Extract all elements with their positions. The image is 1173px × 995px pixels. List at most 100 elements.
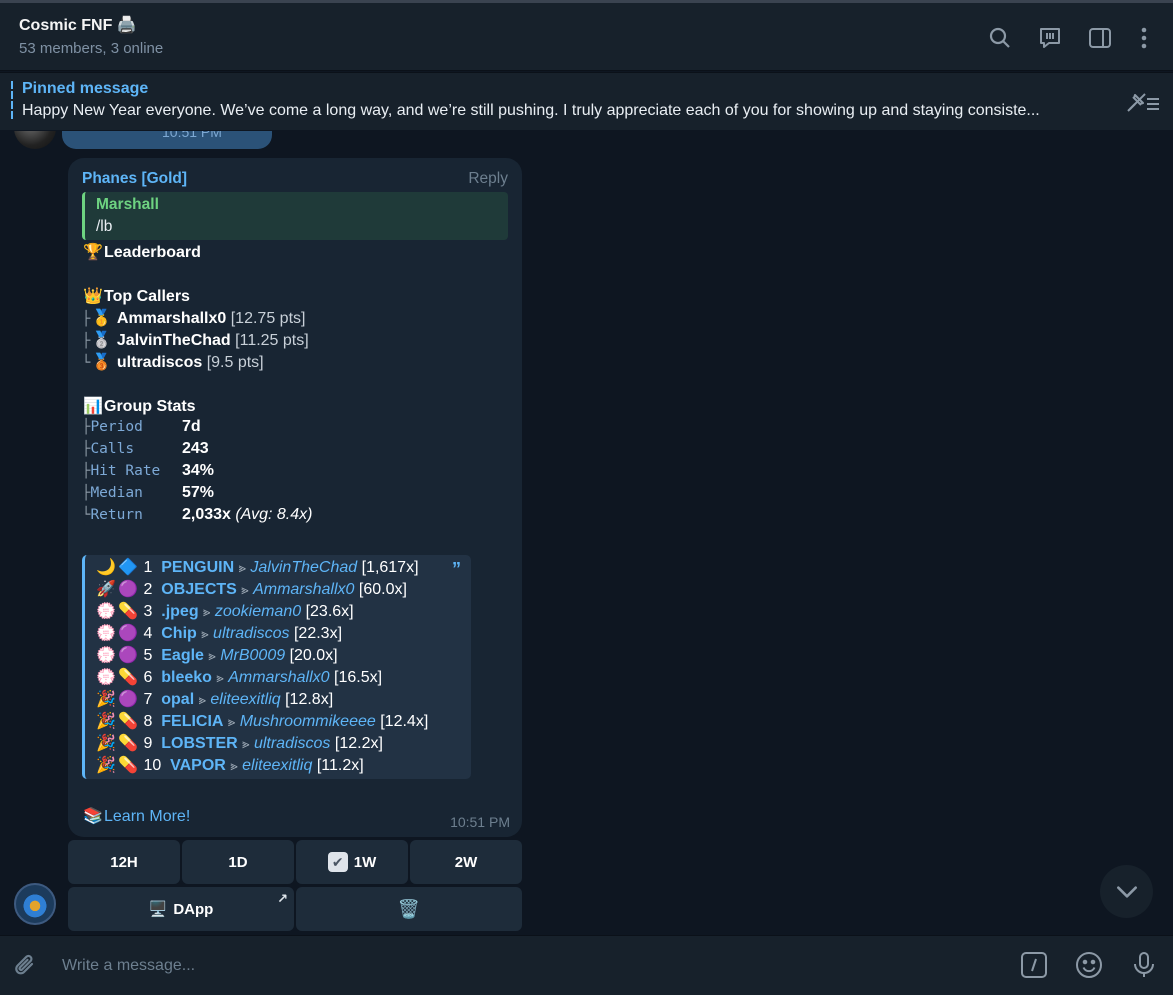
pill-icon: 💊 <box>118 735 138 752</box>
reply-button[interactable]: Reply <box>468 170 508 188</box>
search-icon[interactable] <box>987 25 1013 51</box>
pinned-message-bar[interactable]: Pinned message Happy New Year everyone. … <box>0 72 1173 130</box>
call-rank: 5 <box>143 647 153 664</box>
period-1w-button[interactable]: ✔ 1W <box>296 840 408 884</box>
message-time: 10:51 PM <box>450 814 510 830</box>
chat-history[interactable]: 10:51 PM Phanes [Gold] Reply Marshall /l… <box>0 131 1173 935</box>
arrow-icon: ⪢ <box>230 758 238 773</box>
command-icon[interactable] <box>1019 950 1049 980</box>
pinned-text[interactable]: Happy New Year everyone. We’ve come a lo… <box>22 102 1102 120</box>
check-icon: ✔ <box>327 852 348 872</box>
call-row: 🌙 🔷 1 PENGUIN ⪢ JalvinTheChad [1,617x] <box>95 557 419 577</box>
flower-icon: 💮 <box>96 603 116 620</box>
period-12h-button[interactable]: 12H <box>68 840 180 884</box>
ticker-link[interactable]: PENGUIN <box>161 559 234 576</box>
dapp-label: DApp <box>173 900 214 918</box>
chat-member-count: 53 members, 3 online <box>19 40 164 57</box>
caller-link[interactable]: Mushroommikeeee <box>240 713 376 730</box>
chat-title[interactable]: Cosmic FNF 🖨️ <box>19 15 137 35</box>
arrow-icon: ⪢ <box>227 714 236 729</box>
call-rank: 7 <box>143 691 153 708</box>
ticker-link[interactable]: .jpeg <box>161 603 198 620</box>
stat-row: ├Period 7d <box>82 418 502 436</box>
arrow-icon: ⪢ <box>242 736 250 751</box>
call-rank: 4 <box>143 625 153 642</box>
stat-row: ├Median 57% <box>82 484 502 502</box>
chat-header[interactable]: Cosmic FNF 🖨️ 53 members, 3 online <box>0 3 1173 71</box>
ticker-link[interactable]: opal <box>161 691 194 708</box>
learn-more-link[interactable]: 📚Learn More! <box>82 806 190 826</box>
call-row: 💮 💊 3 .jpeg ⪢ zookieman0 [23.6x] <box>95 601 354 621</box>
caller-link[interactable]: MrB0009 <box>220 647 285 664</box>
arrow-icon: ⪢ <box>238 560 246 575</box>
external-link-icon: ↗ <box>277 891 288 906</box>
pill-icon: 💊 <box>118 669 138 686</box>
tree-branch: ├ <box>82 333 91 349</box>
stat-row: ├Hit Rate 34% <box>82 462 502 480</box>
sidebar-toggle-icon[interactable] <box>1087 25 1113 51</box>
caller-row: ├🥈 JalvinTheChad [11.25 pts] <box>82 330 309 350</box>
caller-link[interactable]: zookieman0 <box>215 603 301 620</box>
crown-icon: 👑 <box>83 288 103 305</box>
party-popper-icon: 🎉 <box>96 735 116 752</box>
call-row: 💮 💊 6 bleeko ⪢ Ammarshallx0 [16.5x] <box>95 667 382 687</box>
stat-label: Median <box>90 485 143 501</box>
caller-link[interactable]: eliteexitliq <box>242 757 312 774</box>
quote-mark-icon: ” <box>452 559 461 579</box>
books-icon: 📚 <box>83 808 103 825</box>
caller-link[interactable]: JalvinTheChad <box>250 559 357 576</box>
stat-label: Period <box>90 419 143 435</box>
ticker-link[interactable]: OBJECTS <box>161 581 237 598</box>
topics-icon[interactable] <box>1037 25 1063 51</box>
message-input[interactable] <box>62 954 962 978</box>
call-row: 🎉 💊 8 FELICIA ⪢ Mushroommikeeee [12.4x] <box>95 711 428 731</box>
caller-row: └🥉 ultradiscos [9.5 pts] <box>82 352 264 372</box>
ticker-link[interactable]: LOBSTER <box>161 735 237 752</box>
period-2w-button[interactable]: 2W <box>410 840 522 884</box>
scroll-down-button[interactable] <box>1100 865 1153 918</box>
caller-link[interactable]: ultradiscos <box>254 735 330 752</box>
emoji-icon[interactable] <box>1074 950 1104 980</box>
ticker-link[interactable]: Chip <box>161 625 197 642</box>
pill-icon: 💊 <box>118 713 138 730</box>
flower-icon: 💮 <box>96 647 116 664</box>
call-multiplier: [12.8x] <box>285 691 334 708</box>
bar-chart-icon: 📊 <box>83 398 103 415</box>
call-multiplier: [23.6x] <box>305 603 354 620</box>
sender-name[interactable]: Phanes [Gold] <box>82 170 187 188</box>
tree-branch: └ <box>82 355 91 371</box>
attach-icon[interactable] <box>12 952 40 980</box>
period-1d-button[interactable]: 1D <box>182 840 294 884</box>
caller-link[interactable]: Ammarshallx0 <box>228 669 329 686</box>
mic-icon[interactable] <box>1129 950 1159 980</box>
leaderboard-message[interactable]: Phanes [Gold] Reply Marshall /lb 🏆Leader… <box>68 158 522 837</box>
ticker-link[interactable]: VAPOR <box>170 757 226 774</box>
bot-avatar[interactable] <box>14 883 56 925</box>
pill-icon: 💊 <box>118 757 138 774</box>
caller-link[interactable]: eliteexitliq <box>210 691 280 708</box>
call-rank: 1 <box>143 559 153 576</box>
party-popper-icon: 🎉 <box>96 691 116 708</box>
learn-more-label[interactable]: Learn More! <box>104 808 190 825</box>
caller-link[interactable]: ultradiscos <box>213 625 289 642</box>
top-callers-heading: 👑Top Callers <box>82 286 190 306</box>
caller-row: ├🥇 Ammarshallx0 [12.75 pts] <box>82 308 305 328</box>
call-row: 🚀 🟣 2 OBJECTS ⪢ Ammarshallx0 [60.0x] <box>95 579 407 599</box>
pinned-list-icon[interactable] <box>1125 89 1161 115</box>
reply-quote[interactable]: Marshall /lb <box>82 192 508 240</box>
ticker-link[interactable]: FELICIA <box>161 713 223 730</box>
previous-sender-avatar[interactable] <box>14 131 56 149</box>
dapp-button[interactable]: 🖥️ DApp ↗ <box>68 887 294 931</box>
stat-value: 34% <box>182 462 215 479</box>
caller-points: [12.75 pts] <box>230 310 306 327</box>
ticker-link[interactable]: bleeko <box>161 669 212 686</box>
leaderboard-title: Leaderboard <box>104 244 201 261</box>
top-calls-quote-block[interactable]: ” 🌙 🔷 1 PENGUIN ⪢ JalvinTheChad [1,617x] … <box>82 555 471 779</box>
stat-row: ├Calls 243 <box>82 440 502 458</box>
ticker-link[interactable]: Eagle <box>161 647 204 664</box>
stat-value: 243 <box>182 440 209 457</box>
delete-button[interactable]: 🗑️ <box>296 887 522 931</box>
caller-link[interactable]: Ammarshallx0 <box>253 581 354 598</box>
more-icon[interactable] <box>1131 25 1157 51</box>
message-composer[interactable] <box>0 935 1173 995</box>
